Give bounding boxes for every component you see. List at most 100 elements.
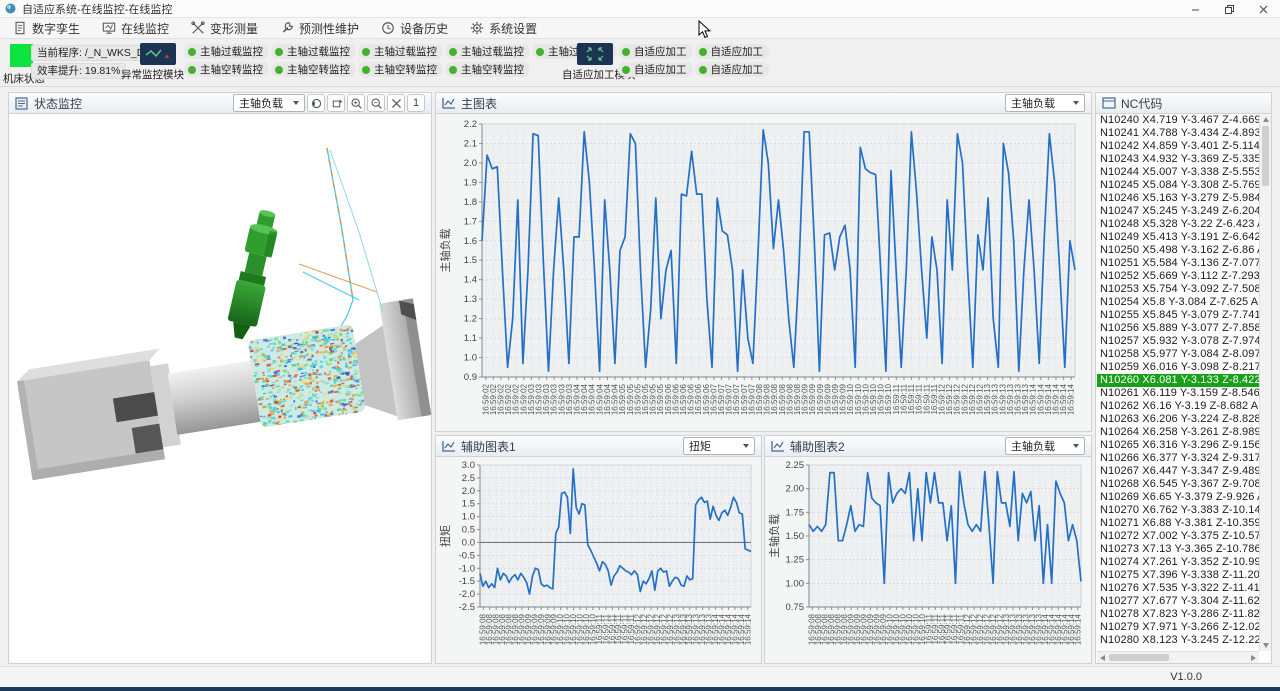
aux-chart2-title: 辅助图表2	[790, 438, 845, 455]
rotate-icon	[330, 97, 343, 110]
nc-code-line[interactable]: N10265 X6.316 Y-3.296 Z-9.156 A-71.771	[1097, 439, 1259, 452]
cutting-tool-3d-model	[224, 207, 283, 341]
orbit-button[interactable]	[307, 94, 325, 112]
nc-code-line[interactable]: N10266 X6.377 Y-3.324 Z-9.317 A-71.443	[1097, 452, 1259, 465]
minimize-button[interactable]	[1178, 0, 1212, 18]
nc-code-line[interactable]: N10245 X5.084 Y-3.308 Z-5.769 A-75.088	[1097, 179, 1259, 192]
svg-text:16:59:14: 16:59:14	[1073, 613, 1082, 645]
main-chart-signal-dropdown[interactable]: 主轴负载	[1005, 94, 1085, 112]
nc-code-line[interactable]: N10278 X7.823 Y-3.286 Z-11.825 A-63.73	[1097, 608, 1259, 621]
nc-code-line[interactable]: N10263 X6.206 Y-3.224 Z-8.828 A-72.33 C	[1097, 413, 1259, 426]
nc-code-line[interactable]: N10257 X5.932 Y-3.078 Z-7.974 A-73.243	[1097, 335, 1259, 348]
nc-code-line[interactable]: N10274 X7.261 Y-3.352 Z-10.998 A-66.67	[1097, 556, 1259, 569]
nc-code-line[interactable]: N10280 X8.123 Y-3.245 Z-12.227 A-62.23	[1097, 634, 1259, 647]
taskbar-edge	[0, 687, 1280, 691]
window-title: 自适应系统-在线监控-在线监控	[22, 1, 172, 17]
menu-item-4[interactable]: 预测性维护	[273, 18, 366, 39]
status-bar: V1.0.0	[0, 666, 1280, 687]
nc-code-line[interactable]: N10270 X6.762 Y-3.383 Z-10.143 A-69.34	[1097, 504, 1259, 517]
anomaly-module-button[interactable]	[140, 43, 176, 65]
nc-code-line[interactable]: N10256 X5.889 Y-3.077 Z-7.858 A-73.348	[1097, 322, 1259, 335]
nc-code-line[interactable]: N10248 X5.328 Y-3.22 Z-6.423 A-74.52 C	[1097, 218, 1259, 231]
nc-horizontal-scrollbar[interactable]	[1097, 651, 1259, 663]
title-bar[interactable]: 自适应系统-在线监控-在线监控	[0, 0, 1280, 18]
nc-code-line[interactable]: N10240 X4.719 Y-3.467 Z-4.669 A-76.396	[1097, 114, 1259, 127]
app-icon	[5, 3, 16, 14]
close-button[interactable]	[1246, 0, 1280, 18]
svg-text:0.75: 0.75	[786, 602, 805, 613]
maximize-button[interactable]	[1212, 0, 1246, 18]
line-chart-icon	[442, 440, 456, 452]
nc-code-line[interactable]: N10241 X4.788 Y-3.434 Z-4.893 A-76.062	[1097, 127, 1259, 140]
nc-code-line[interactable]: N10268 X6.545 Y-3.367 Z-9.708 A-70.519	[1097, 478, 1259, 491]
menu-item-3[interactable]: 变形测量	[184, 18, 265, 39]
idle-badge-row: 主轴空转监控主轴空转监控主轴空转监控主轴空转监控	[184, 62, 530, 77]
nc-code-line[interactable]: N10273 X7.13 Y-3.365 Z-10.786 A-67.372	[1097, 543, 1259, 556]
nc-code-line[interactable]: N10264 X6.258 Y-3.261 Z-8.989 A-72.072	[1097, 426, 1259, 439]
menu-item-5[interactable]: 设备历史	[374, 18, 455, 39]
nc-code-line[interactable]: N10279 X7.971 Y-3.266 Z-12.027 A-62.98	[1097, 621, 1259, 634]
status-dot	[362, 48, 370, 56]
nc-code-line[interactable]: N10247 X5.245 Y-3.249 Z-6.204 A-74.701	[1097, 205, 1259, 218]
system-settings-icon	[470, 21, 484, 35]
menu-bar: 数字孪生在线监控变形测量预测性维护设备历史系统设置	[0, 18, 1280, 39]
chevron-down-icon	[1073, 101, 1079, 105]
nc-code-line[interactable]: N10249 X5.413 Y-3.191 Z-6.642 A-74.346	[1097, 231, 1259, 244]
nc-code-line[interactable]: N10254 X5.8 Y-3.084 Z-7.625 A-73.571 C	[1097, 296, 1259, 309]
nc-code-line[interactable]: N10271 X6.88 Y-3.381 Z-10.359 A-68.711	[1097, 517, 1259, 530]
nc-code-line[interactable]: N10262 X6.16 Y-3.19 Z-8.682 A-72.534 C	[1097, 400, 1259, 413]
nc-code-line[interactable]: N10260 X6.081 Y-3.133 Z-8.422 A-72.835	[1097, 374, 1259, 387]
nc-code-line[interactable]: N10252 X5.669 Y-3.112 Z-7.293 A-73.844	[1097, 270, 1259, 283]
nc-code-line[interactable]: N10277 X7.677 Y-3.304 Z-11.621 A-64.48	[1097, 595, 1259, 608]
nc-code-line[interactable]: N10276 X7.535 Y-3.322 Z-11.415 A-65.22	[1097, 582, 1259, 595]
nc-code-line[interactable]: N10275 X7.396 Y-3.338 Z-11.207 A-65.95	[1097, 569, 1259, 582]
svg-text:1.75: 1.75	[786, 507, 805, 518]
nc-vertical-scrollbar[interactable]	[1259, 114, 1271, 651]
status-signal-dropdown[interactable]: 主轴负载	[233, 94, 305, 112]
nc-code-line[interactable]: N10246 X5.163 Y-3.279 Z-5.984 A-74.892	[1097, 192, 1259, 205]
nc-code-line[interactable]: N10253 X5.754 Y-3.092 Z-7.508 A-73.677	[1097, 283, 1259, 296]
nc-code-line[interactable]: N10269 X6.65 Y-3.379 Z-9.926 A-69.947 C	[1097, 491, 1259, 504]
menu-item-1[interactable]: 数字孪生	[6, 18, 87, 39]
svg-text:2.25: 2.25	[786, 460, 805, 471]
nc-code-line[interactable]: N10259 X6.016 Y-3.098 Z-8.217 A-73.036	[1097, 361, 1259, 374]
nc-code-line[interactable]: N10258 X5.977 Y-3.084 Z-8.097 A-73.138	[1097, 348, 1259, 361]
workpiece-3d-model	[14, 298, 431, 480]
nc-code-line[interactable]: N10272 X7.002 Y-3.375 Z-10.573 A-68.05	[1097, 530, 1259, 543]
nc-code-line[interactable]: N10255 X5.845 Y-3.079 Z-7.741 A-73.458	[1097, 309, 1259, 322]
status-monitor-panel: 状态监控 主轴负载	[8, 92, 432, 664]
rotate-view-button[interactable]	[327, 94, 345, 112]
svg-text:1.5: 1.5	[464, 255, 477, 266]
zoom-in-icon	[350, 97, 363, 110]
version-label: V1.0.0	[1170, 671, 1202, 683]
adaptive-module-button[interactable]	[577, 43, 613, 65]
aux-chart1-panel: 辅助图表1 扭矩 16:59:0816:59:0816:59:0816:59:0…	[435, 435, 762, 664]
aux-chart2-canvas: 16:59:0816:59:0816:59:0816:59:0816:59:08…	[765, 457, 1091, 663]
scrollbar-thumb[interactable]	[1109, 654, 1169, 661]
nc-code-line[interactable]: N10261 X6.119 Y-3.159 Z-8.546 A-72.701	[1097, 387, 1259, 400]
fit-view-button[interactable]	[387, 94, 405, 112]
nc-code-line[interactable]: N10242 X4.859 Y-3.401 Z-5.114 A-75.775	[1097, 140, 1259, 153]
status-panel-header: 状态监控 主轴负载	[9, 93, 431, 114]
viewport-3d[interactable]	[9, 114, 431, 663]
line-chart-icon	[771, 440, 785, 452]
nc-code-line[interactable]: N10267 X6.447 Y-3.347 Z-9.489 A-71.055	[1097, 465, 1259, 478]
nc-code-line[interactable]: N10244 X5.007 Y-3.338 Z-5.553 A-75.297	[1097, 166, 1259, 179]
nc-code-line[interactable]: N10250 X5.498 Y-3.162 Z-6.86 A-74.178 C	[1097, 244, 1259, 257]
zoom-out-button[interactable]	[367, 94, 385, 112]
aux-chart2-signal-dropdown[interactable]: 主轴负载	[1005, 437, 1085, 455]
digital-twin-icon	[13, 21, 27, 35]
menu-item-2[interactable]: 在线监控	[95, 18, 176, 39]
menu-item-6[interactable]: 系统设置	[463, 18, 544, 39]
line-chart-icon	[442, 97, 456, 109]
aux-chart1-signal-dropdown[interactable]: 扭矩	[683, 437, 755, 455]
nc-code-line[interactable]: N10243 X4.932 Y-3.369 Z-5.335 A-75.523	[1097, 153, 1259, 166]
svg-text:2.5: 2.5	[462, 473, 475, 484]
zoom-in-button[interactable]	[347, 94, 365, 112]
adaptive-badge-1: 自适应加工	[618, 62, 693, 77]
status-dot	[622, 48, 630, 56]
zoom-level-button[interactable]: 1	[407, 94, 425, 112]
nc-code-line[interactable]: N10251 X5.584 Y-3.136 Z-7.077 A-74.012	[1097, 257, 1259, 270]
scrollbar-thumb[interactable]	[1262, 126, 1269, 186]
svg-text:-2.0: -2.0	[459, 589, 475, 600]
